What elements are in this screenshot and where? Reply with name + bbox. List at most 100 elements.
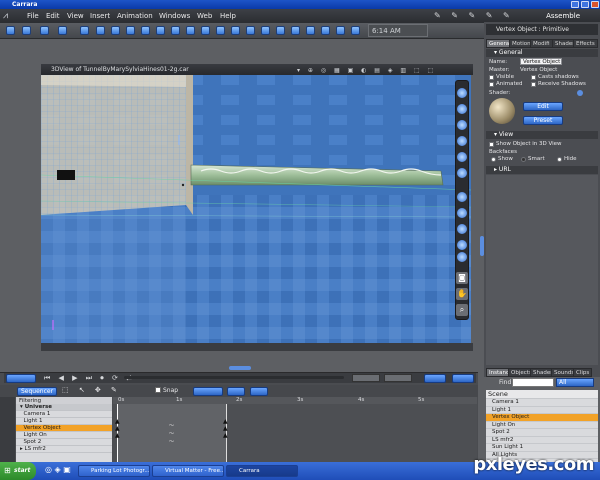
render-area-tool-icon[interactable] — [336, 26, 345, 35]
orbit-view-tool-icon[interactable] — [457, 136, 467, 146]
cone-tool-icon[interactable] — [141, 26, 150, 35]
tree-row[interactable]: ▸ LS mfr2 — [16, 446, 112, 453]
taskbar-item-active[interactable]: Carrara — [226, 465, 298, 477]
snap-tool-icon[interactable] — [457, 240, 467, 250]
start-button[interactable]: ⊞ start — [0, 462, 36, 480]
backfaces-show-radio[interactable] — [491, 157, 496, 162]
plant-tool-icon[interactable] — [246, 26, 255, 35]
keyframe-next-button[interactable] — [250, 387, 268, 396]
3d-viewport[interactable] — [41, 75, 471, 343]
menu-windows[interactable]: Windows — [159, 9, 190, 23]
axis-z-tool-icon[interactable] — [457, 224, 467, 234]
scene-item[interactable]: Camera 1 — [486, 399, 598, 407]
fog-tool-icon[interactable] — [276, 26, 285, 35]
bend-view-tool-icon[interactable] — [457, 152, 467, 162]
keyframe-prev-button[interactable] — [227, 387, 245, 396]
scene-item[interactable]: Sun Light 1 — [486, 444, 598, 452]
light-tool-icon[interactable] — [96, 26, 105, 35]
find-filter-select[interactable]: All — [556, 378, 594, 387]
tree-row[interactable]: Light On — [16, 432, 112, 439]
tree-row[interactable]: Camera 1 — [16, 411, 112, 418]
vertex-tool-icon[interactable] — [171, 26, 180, 35]
group-tool-icon[interactable] — [291, 26, 300, 35]
keyframe-markers-start[interactable]: ▲ ▲ ▲ — [115, 418, 120, 439]
menu-view[interactable]: View — [67, 9, 84, 23]
animated-checkbox[interactable] — [489, 82, 494, 87]
show-object-checkbox[interactable] — [489, 142, 494, 147]
camera-icon[interactable]: ◙ — [456, 272, 468, 284]
backfaces-smart-radio[interactable] — [521, 157, 526, 162]
menu-edit[interactable]: Edit — [46, 9, 60, 23]
tree-row-selected[interactable]: Vertex Object — [16, 425, 112, 432]
quick-launch-icons[interactable]: ◎ ◈ ▣ — [45, 465, 71, 474]
pan-hand-icon[interactable]: ✋ — [456, 288, 468, 300]
scene-item[interactable]: Light 1 — [486, 407, 598, 414]
scale-tool-icon[interactable] — [40, 26, 49, 35]
shader-menu-icon[interactable] — [577, 90, 583, 96]
url-section-header[interactable]: ▸ URL — [486, 166, 598, 174]
maximize-button[interactable] — [581, 1, 589, 8]
name-field[interactable]: Vertex Object — [520, 58, 562, 65]
scene-root[interactable]: Scene — [486, 390, 598, 399]
timeline-mode-button[interactable] — [6, 374, 36, 383]
text-tool-icon[interactable] — [201, 26, 210, 35]
tab-effects[interactable]: Effects — [573, 39, 598, 48]
general-section-header[interactable]: ▾ General — [486, 49, 598, 57]
backfaces-hide-radio[interactable] — [557, 157, 562, 162]
scene-item-selected[interactable]: Vertex Object — [486, 414, 598, 422]
taskbar-item[interactable]: Virtual Matter - Free... — [152, 465, 224, 477]
room-switch-icons[interactable]: ✎ ✎ ✎ ✎ ✎ — [434, 11, 514, 20]
loop-button[interactable] — [424, 374, 446, 383]
rotate-tool-icon[interactable] — [22, 26, 31, 35]
tab-modifiers[interactable]: Modifi — [530, 39, 553, 48]
move-view-tool-icon[interactable] — [457, 104, 467, 114]
tree-row[interactable]: Spot 2 — [16, 439, 112, 446]
tween-button[interactable] — [193, 387, 223, 396]
visible-checkbox[interactable] — [489, 75, 494, 80]
move-tool-icon[interactable] — [6, 26, 15, 35]
menu-web[interactable]: Web — [197, 9, 212, 23]
scene-item[interactable]: Spot 2 — [486, 429, 598, 437]
start-time-field[interactable] — [352, 374, 380, 382]
menu-animation[interactable]: Animation — [117, 9, 153, 23]
eyedropper-tool-icon[interactable] — [58, 26, 67, 35]
menu-insert[interactable]: Insert — [90, 9, 110, 23]
cloud-tool-icon[interactable] — [231, 26, 240, 35]
zoom-icon[interactable]: ⌕ — [456, 304, 468, 316]
panel-splitter[interactable] — [480, 236, 484, 256]
primitive-tool-icon[interactable] — [111, 26, 120, 35]
taskbar-item[interactable]: Parking Lot Photogr... — [78, 465, 150, 477]
render-tool-icon[interactable] — [321, 26, 330, 35]
playback-controls-icons[interactable]: ⏮ ◀ ▶ ⏭ ⏺ ⟳ ⇄ — [44, 374, 135, 383]
timeline-tracks[interactable]: ▲ ▲ ▲ ▲ ▲ ▲ 〜〜〜 — [113, 404, 477, 462]
snap-checkbox[interactable] — [155, 387, 161, 393]
preview-tool-icon[interactable] — [351, 26, 360, 35]
menu-file[interactable]: File — [27, 9, 39, 23]
sphere-tool-icon[interactable] — [126, 26, 135, 35]
axis-x-tool-icon[interactable] — [457, 192, 467, 202]
particle-tool-icon[interactable] — [261, 26, 270, 35]
casts-shadows-checkbox[interactable] — [531, 75, 536, 80]
tree-row[interactable]: Light 1 — [16, 418, 112, 425]
find-input[interactable] — [512, 378, 554, 387]
minimize-button[interactable] — [571, 1, 579, 8]
playback-slider[interactable] — [124, 376, 344, 379]
camera-tool-icon[interactable] — [80, 26, 89, 35]
axis-y-tool-icon[interactable] — [457, 208, 467, 218]
link-tool-icon[interactable] — [306, 26, 315, 35]
rotate-view-tool-icon[interactable] — [457, 120, 467, 130]
room-label[interactable]: Assemble — [546, 9, 580, 23]
link-view-tool-icon[interactable] — [457, 168, 467, 178]
plane-tool-icon[interactable] — [156, 26, 165, 35]
close-button[interactable] — [591, 1, 599, 8]
spline-tool-icon[interactable] — [186, 26, 195, 35]
menu-help[interactable]: Help — [220, 9, 236, 23]
select-view-tool-icon[interactable] — [457, 88, 467, 98]
sequencer-tools-icons[interactable]: ⬚ ↖ ✥ ✎ — [62, 386, 121, 394]
fps-button[interactable] — [452, 374, 474, 383]
end-time-field[interactable] — [384, 374, 412, 382]
view-section-header[interactable]: ▾ View — [486, 131, 598, 139]
tree-root[interactable]: ▾ Universe — [16, 404, 112, 411]
sequencer-select[interactable]: Sequencer — [17, 387, 57, 396]
shader-preview-sphere[interactable] — [489, 98, 515, 124]
